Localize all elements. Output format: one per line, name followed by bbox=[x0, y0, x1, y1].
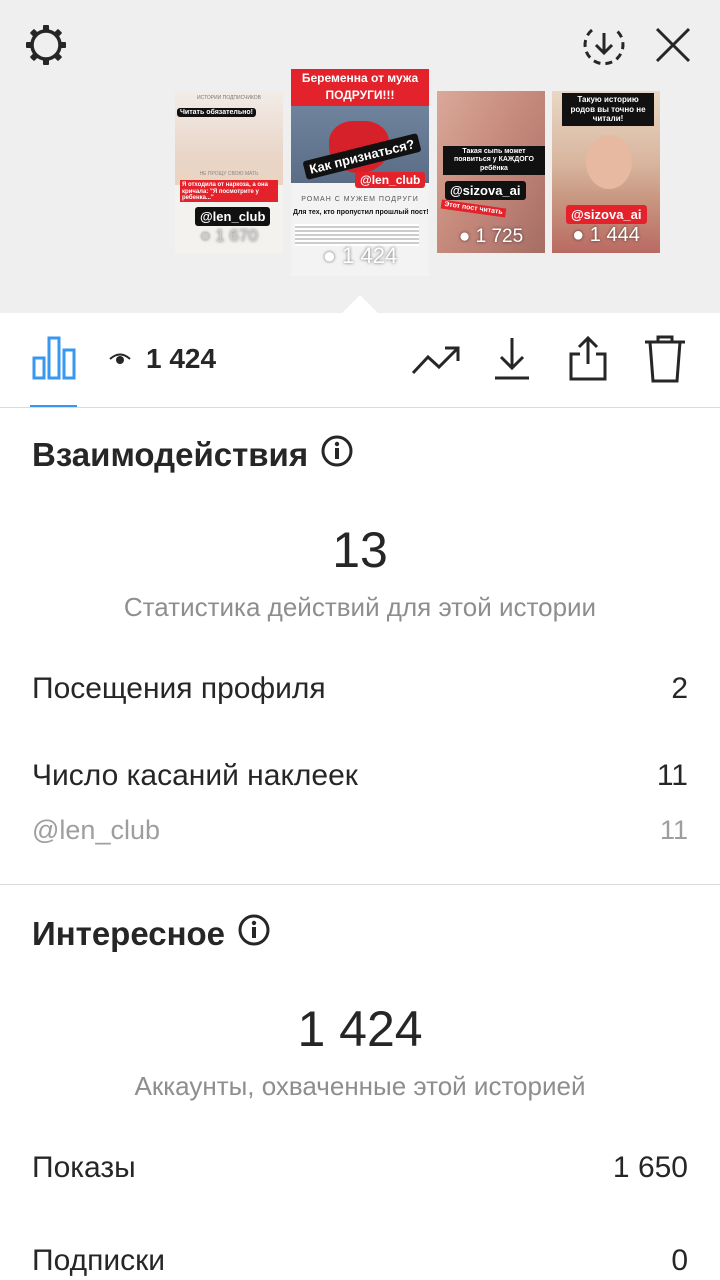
thumb-face bbox=[586, 135, 632, 189]
close-button[interactable] bbox=[648, 22, 698, 72]
eye-icon: ● bbox=[458, 226, 471, 247]
thumb-top-caption: ИСТОРИИ ПОДПИСЧИКОВ bbox=[196, 95, 262, 101]
sticker-mention-value: 11 bbox=[659, 815, 688, 845]
interactions-subtitle: Статистика действий для этой истории bbox=[123, 592, 597, 622]
info-icon[interactable] bbox=[320, 434, 354, 476]
download-circle-icon bbox=[580, 21, 628, 74]
eye-icon bbox=[109, 350, 131, 373]
thumb-red-text: Я отходила от наркоза, а она кричала: "Я… bbox=[180, 180, 278, 202]
thumb-views: ● 1 444 bbox=[572, 224, 640, 246]
thumb-headline: Читать обязательно! bbox=[177, 108, 256, 117]
eye-icon: ● bbox=[200, 226, 211, 245]
trash-icon bbox=[643, 334, 687, 389]
interactions-total: 13 bbox=[332, 522, 388, 578]
save-story-button[interactable] bbox=[579, 22, 629, 72]
trend-icon bbox=[411, 341, 461, 382]
thumb-views: ● 1 424 bbox=[322, 243, 398, 268]
thumb-headline: Такую историю родов вы точно не читали! bbox=[562, 93, 654, 126]
thumb-views: ● 1 670 bbox=[200, 226, 258, 245]
sticker-taps-value: 11 bbox=[656, 759, 688, 792]
bar-chart-icon bbox=[32, 334, 76, 385]
sticker-mention-label: @len_club bbox=[32, 815, 160, 845]
profile-visits-label: Посещения профиля bbox=[32, 672, 326, 705]
thumb-headline-block: Беременна от мужа ПОДРУГИ!!! bbox=[291, 69, 429, 106]
views-count[interactable]: 1 424 bbox=[146, 343, 216, 375]
story-carousel-area: ИСТОРИИ ПОДПИСЧИКОВ Читать обязательно! … bbox=[0, 0, 720, 313]
thumb-headline-line2: ПОДРУГИ!!! bbox=[325, 88, 395, 102]
follows-value: 0 bbox=[671, 1244, 688, 1277]
viewers-tab[interactable] bbox=[108, 351, 132, 371]
impressions-label: Показы bbox=[32, 1151, 136, 1184]
discovery-title: Интересное bbox=[32, 913, 271, 955]
share-button[interactable] bbox=[566, 335, 610, 385]
discovery-title-text: Интересное bbox=[32, 915, 226, 952]
discovery-subtitle: Аккаунты, охваченные этой историей bbox=[134, 1071, 586, 1101]
share-icon bbox=[567, 334, 609, 387]
thumb-subtitle: НЕ ПРОЩУ СВОЮ МАТЬ bbox=[199, 171, 259, 177]
thumb-views: ● 1 725 bbox=[458, 226, 524, 247]
discovery-total: 1 424 bbox=[297, 1001, 423, 1057]
insights-toolbar: 1 424 bbox=[0, 313, 720, 408]
thumb-tag: @len_club bbox=[355, 172, 426, 188]
thumb-post-text: Для тех, кто пропустил прошлый пост! bbox=[293, 209, 429, 216]
download-button[interactable] bbox=[490, 335, 534, 385]
download-icon bbox=[492, 334, 532, 387]
close-icon bbox=[653, 25, 693, 70]
story-thumbnail-selected[interactable]: Беременна от мужа ПОДРУГИ!!! Как признат… bbox=[291, 69, 429, 276]
interactions-title-text: Взаимодействия bbox=[32, 436, 309, 473]
settings-icon bbox=[21, 20, 71, 75]
tab-insights[interactable] bbox=[30, 335, 77, 383]
thumb-headline-line1: Беременна от мужа bbox=[301, 71, 419, 85]
delete-button[interactable] bbox=[642, 335, 688, 387]
impressions-value: 1 650 bbox=[612, 1151, 688, 1184]
story-thumbnail[interactable]: ИСТОРИИ ПОДПИСЧИКОВ Читать обязательно! … bbox=[175, 91, 283, 253]
thumb-tag: @sizova_ai bbox=[566, 205, 647, 224]
follows-label: Подписки bbox=[32, 1244, 165, 1277]
eye-icon: ● bbox=[322, 243, 337, 268]
section-divider bbox=[0, 884, 720, 885]
thumb-tag: @len_club bbox=[195, 207, 271, 226]
thumb-red-text: Такая сыпь может появиться у КАЖДОГО реб… bbox=[443, 146, 545, 176]
thumb-tag: @sizova_ai bbox=[445, 181, 526, 200]
settings-button[interactable] bbox=[21, 22, 71, 72]
promote-button[interactable] bbox=[410, 341, 462, 381]
story-thumbnail[interactable]: Такую историю родов вы точно не читали! … bbox=[552, 91, 660, 253]
thumb-band: РОМАН С МУЖЕМ ПОДРУГИ bbox=[301, 196, 419, 203]
story-thumbnail[interactable]: Такая сыпь может появиться у КАЖДОГО реб… bbox=[437, 91, 545, 253]
active-tab-indicator bbox=[30, 405, 77, 407]
profile-visits-value: 2 bbox=[671, 672, 688, 705]
selection-pointer bbox=[342, 295, 378, 313]
info-icon[interactable] bbox=[237, 913, 271, 955]
sticker-taps-label: Число касаний наклеек bbox=[32, 759, 358, 792]
eye-icon: ● bbox=[572, 224, 585, 246]
interactions-title: Взаимодействия bbox=[32, 434, 354, 476]
